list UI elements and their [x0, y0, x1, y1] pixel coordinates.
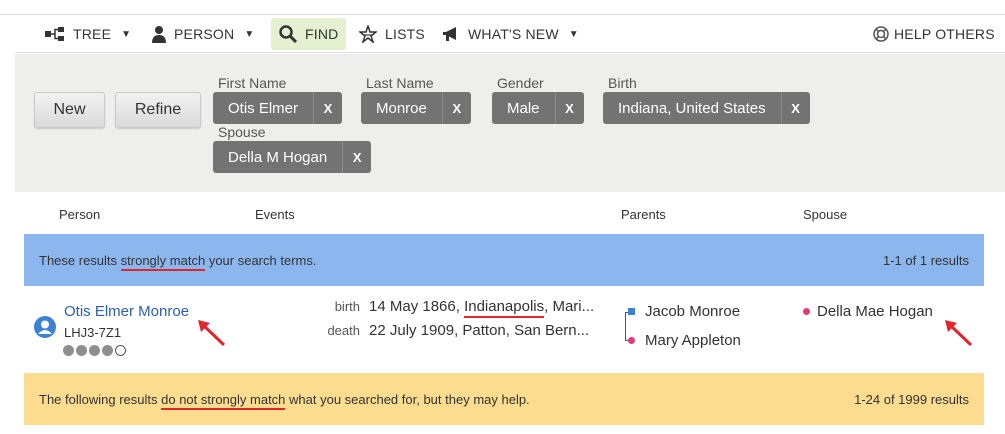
strong-text-before: These results: [39, 253, 121, 268]
strong-match-text: These results strongly match your search…: [39, 253, 317, 271]
spouse-label: Spouse: [218, 124, 266, 140]
quality-dot-filled: [76, 345, 87, 356]
nav-whats-new[interactable]: WHAT'S NEW ▼: [442, 18, 579, 50]
nav-find[interactable]: FIND: [271, 18, 347, 50]
birth-date: 14 May 1866,: [369, 298, 465, 315]
last-name-label: Last Name: [366, 75, 434, 91]
birth-value: Indiana, United States: [618, 99, 766, 117]
father-marker-icon: [628, 308, 635, 315]
strong-match-count: 1-1 of 1 results: [883, 253, 969, 268]
quality-dot-filled: [102, 345, 113, 356]
lifebuoy-icon: [873, 26, 889, 42]
chevron-down-icon[interactable]: ▼: [569, 29, 579, 40]
search-criteria-bar: New Refine First Name Otis Elmer X Last …: [15, 54, 1005, 192]
mother-marker-icon: [628, 337, 635, 344]
column-header-parents: Parents: [621, 207, 666, 222]
spouse-marker-icon: [803, 308, 810, 315]
gender-label: Gender: [497, 75, 544, 91]
gender-chip: Male X: [492, 92, 584, 124]
remove-gender-button[interactable]: X: [554, 92, 584, 124]
column-header-events: Events: [255, 207, 295, 222]
last-name-value: Monroe: [376, 99, 427, 117]
refine-button[interactable]: Refine: [115, 92, 201, 128]
star-list-icon: [359, 25, 377, 43]
birth-place-highlight: Indianapolis: [464, 298, 545, 318]
spouse-name-link[interactable]: Della Mae Hogan: [817, 303, 933, 320]
column-header-person: Person: [59, 207, 101, 222]
person-icon: [152, 25, 166, 43]
birth-chip: Indiana, United States X: [603, 92, 810, 124]
nav-whats-new-label: WHAT'S NEW: [468, 26, 559, 42]
annotation-arrow-icon: [945, 320, 973, 347]
spouse-value: Della M Hogan: [228, 148, 328, 166]
strong-match-banner: These results strongly match your search…: [24, 234, 984, 286]
birth-event-label: birth: [334, 299, 360, 314]
birth-label: Birth: [608, 75, 637, 91]
nav-tree[interactable]: TREE ▼: [45, 18, 131, 50]
birth-event-value: 14 May 1866, Indianapolis, Mari...: [369, 298, 595, 318]
weak-text-before: The following results: [39, 392, 162, 407]
result-person-id: LHJ3-7Z1: [64, 325, 122, 340]
chevron-down-icon[interactable]: ▼: [121, 29, 131, 40]
quality-dot-empty: [115, 345, 126, 356]
search-icon: [279, 25, 297, 43]
gender-value: Male: [507, 99, 540, 117]
nav-tree-label: TREE: [73, 26, 112, 42]
weak-text-highlight: do not strongly match: [161, 392, 286, 410]
weak-match-banner: The following results do not strongly ma…: [24, 373, 984, 425]
father-name-link[interactable]: Jacob Monroe: [645, 303, 740, 320]
result-person-name-link[interactable]: Otis Elmer Monroe: [64, 303, 189, 320]
record-quality-indicator: [63, 345, 126, 356]
annotation-arrow-icon: [198, 320, 226, 347]
mother-name-link[interactable]: Mary Appleton: [645, 332, 741, 349]
new-button[interactable]: New: [34, 92, 105, 128]
remove-spouse-button[interactable]: X: [342, 141, 371, 173]
remove-last-name-button[interactable]: X: [441, 92, 471, 124]
tree-icon: [45, 27, 65, 41]
nav-lists[interactable]: LISTS: [359, 18, 425, 50]
birth-place-rest: , Mari...: [544, 298, 595, 315]
results-panel: Person Events Parents Spouse These resul…: [24, 192, 984, 434]
nav-find-label: FIND: [305, 26, 339, 42]
weak-text-after: what you searched for, but they may help…: [285, 392, 530, 407]
remove-birth-button[interactable]: X: [780, 92, 810, 124]
nav-person-label: PERSON: [174, 26, 235, 42]
spouse-chip: Della M Hogan X: [213, 141, 372, 173]
nav-lists-label: LISTS: [385, 26, 425, 42]
quality-dot-filled: [89, 345, 100, 356]
weak-match-count: 1-24 of 1999 results: [854, 392, 969, 407]
person-avatar-icon: [34, 316, 56, 343]
chevron-down-icon[interactable]: ▼: [244, 29, 254, 40]
nav-person[interactable]: PERSON ▼: [152, 18, 254, 50]
strong-text-highlight: strongly match: [120, 253, 206, 271]
quality-dot-filled: [63, 345, 74, 356]
weak-match-text: The following results do not strongly ma…: [39, 392, 530, 410]
nav-help-others[interactable]: HELP OTHERS: [873, 18, 995, 50]
death-event-label: death: [327, 323, 360, 338]
first-name-label: First Name: [218, 75, 287, 91]
nav-help-label: HELP OTHERS: [894, 26, 995, 42]
megaphone-icon: [442, 26, 460, 42]
first-name-value: Otis Elmer: [228, 99, 299, 117]
top-nav: TREE ▼ PERSON ▼ FIND LISTS WHAT'S NEW ▼ …: [15, 15, 1005, 53]
remove-first-name-button[interactable]: X: [313, 92, 342, 124]
strong-text-after: your search terms.: [205, 253, 317, 268]
first-name-chip: Otis Elmer X: [213, 92, 343, 124]
death-event-value: 22 July 1909, Patton, San Bern...: [369, 322, 590, 339]
column-header-spouse: Spouse: [803, 207, 848, 222]
last-name-chip: Monroe X: [361, 92, 471, 124]
